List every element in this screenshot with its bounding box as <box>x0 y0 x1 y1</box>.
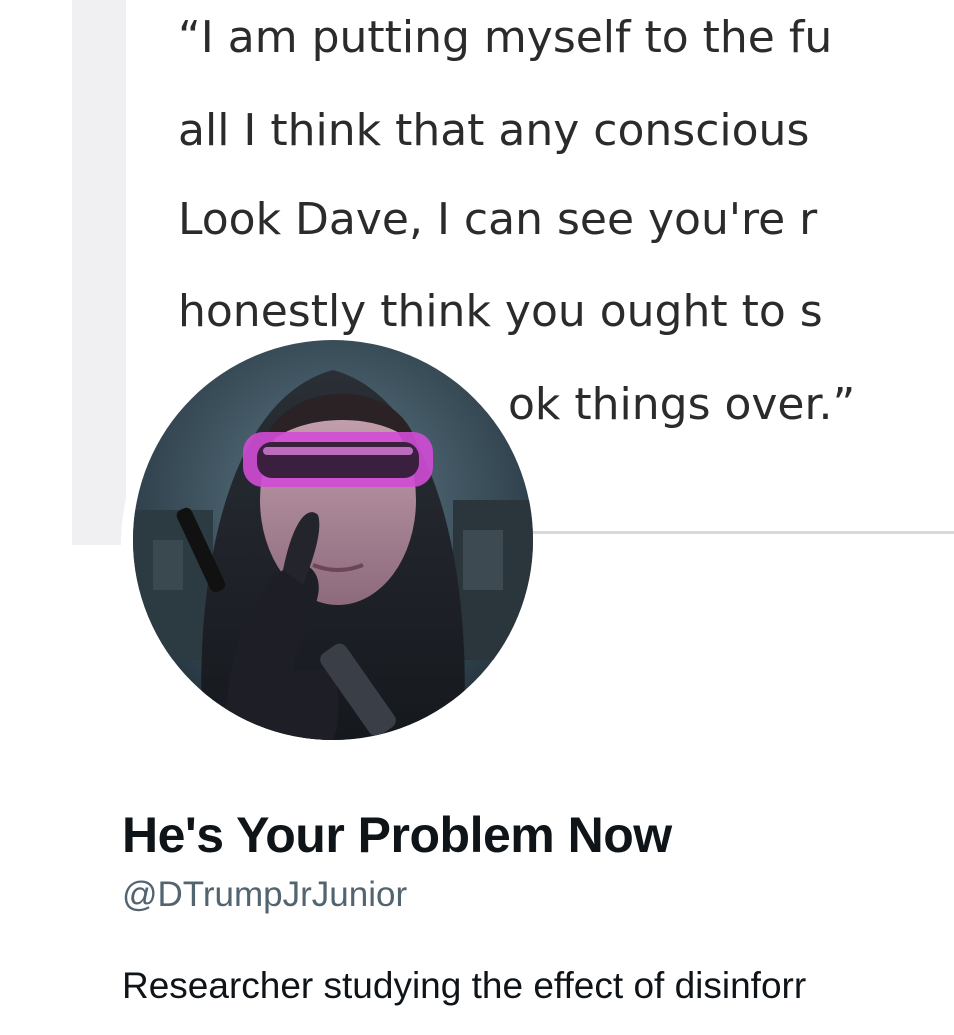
banner-quote-bar <box>72 0 126 545</box>
quote-line: honestly think you ought to s <box>178 286 823 337</box>
user-handle: @DTrumpJrJunior <box>122 875 408 914</box>
display-name: He's Your Problem Now <box>122 807 672 863</box>
avatar-image <box>133 340 533 740</box>
quote-line: ok things over.” <box>508 379 856 430</box>
quote-line: Look Dave, I can see you're r <box>178 194 818 245</box>
avatar[interactable] <box>133 340 533 740</box>
profile-bio: Researcher studying the effect of disinf… <box>122 965 807 1006</box>
quote-line: “I am putting myself to the fu <box>178 12 833 63</box>
quote-line: all I think that any conscious <box>178 105 810 156</box>
banner-left-margin <box>0 0 72 545</box>
banner-divider <box>520 531 954 534</box>
